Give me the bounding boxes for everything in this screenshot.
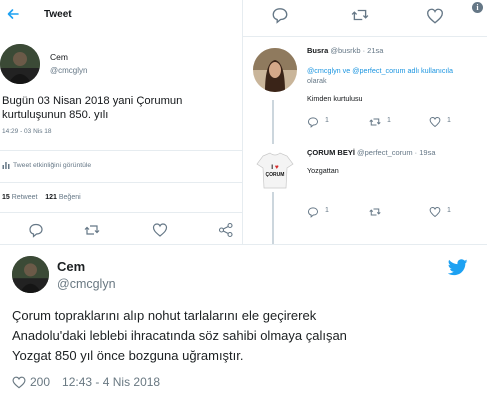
author-name[interactable]: Cem bbox=[57, 259, 85, 274]
reply-count: 1 bbox=[325, 117, 329, 124]
tweet-header: Tweet bbox=[0, 0, 242, 30]
author-name: ÇORUM BEYİ bbox=[307, 148, 355, 157]
retweet-icon[interactable] bbox=[351, 6, 369, 24]
like-count: 1 bbox=[447, 207, 451, 214]
author-handle: @busrkb bbox=[330, 46, 361, 55]
divider bbox=[0, 150, 242, 151]
tweet-text-line: kurtuluşunun 850. yılı bbox=[2, 109, 109, 121]
header-title: Tweet bbox=[44, 9, 72, 20]
reply-text: Kimden kurtulusu bbox=[307, 94, 363, 103]
tweet-text-line: Çorum topraklarını alıp nohut tarlaların… bbox=[12, 308, 317, 323]
tweet-stats: 15 Retweet 121 Beğeni bbox=[2, 194, 81, 201]
tweet-text: Bugün 03 Nisan 2018 yani Çorumun kurtulu… bbox=[2, 94, 238, 122]
reply-context: @cmcglyn ve @perfect_corum adlı kullanıc… bbox=[307, 66, 487, 86]
info-icon[interactable]: i bbox=[472, 2, 483, 13]
tweet-text-line: Anadolu'daki leblebi ihracatında söz sah… bbox=[12, 328, 347, 343]
likes-count[interactable]: 121 bbox=[45, 194, 57, 201]
context-suffix: olarak bbox=[307, 76, 327, 85]
author-handle: @perfect_corum bbox=[357, 148, 413, 157]
retweets-count[interactable]: 15 bbox=[2, 194, 10, 201]
reply-age-dot: · bbox=[414, 148, 418, 157]
back-arrow-icon[interactable] bbox=[6, 7, 20, 21]
reply-tweet[interactable]: I ♥ ÇORUM ÇORUM BEYİ @perfect_corum · 19… bbox=[243, 146, 487, 242]
reply-count: 1 bbox=[325, 207, 329, 214]
like-count[interactable]: 200 bbox=[30, 375, 50, 389]
tweet-text-line: Bugün 03 Nisan 2018 yani Çorumun bbox=[2, 95, 183, 107]
tweet-actions bbox=[243, 6, 487, 26]
likes-label[interactable]: Beğeni bbox=[59, 194, 81, 201]
heart-icon[interactable] bbox=[152, 222, 168, 238]
divider bbox=[0, 212, 242, 213]
avatar[interactable]: I ♥ ÇORUM bbox=[253, 148, 297, 192]
bar-chart-icon bbox=[2, 162, 10, 169]
tweet-datetime[interactable]: 12:43 - 4 Nis 2018 bbox=[62, 375, 160, 389]
reply-icon[interactable] bbox=[307, 206, 319, 218]
reply-age: 21sa bbox=[367, 46, 384, 55]
replies-pane: i Busra @busrkb · 21sa @cmcglyn ve @perf… bbox=[243, 0, 487, 244]
twitter-bird-icon[interactable] bbox=[448, 259, 468, 276]
divider bbox=[0, 182, 242, 183]
heart-icon[interactable] bbox=[429, 116, 441, 128]
tweet-text: Çorum topraklarını alıp nohut tarlaların… bbox=[12, 306, 477, 366]
svg-text:I ♥: I ♥ bbox=[271, 164, 279, 171]
author-name: Busra bbox=[307, 46, 329, 55]
reply-age: 19sa bbox=[419, 148, 436, 157]
tweet-activity-label: Tweet etkinliğini görüntüle bbox=[13, 161, 92, 169]
avatar[interactable] bbox=[253, 48, 297, 92]
tweet-timestamp[interactable]: 14:29 - 03 Nis 18 bbox=[2, 128, 52, 135]
embedded-tweet: Cem @cmcglyn Çorum topraklarını alıp noh… bbox=[0, 245, 487, 400]
avatar-image bbox=[12, 256, 49, 293]
reply-actions: 1 1 bbox=[303, 206, 487, 220]
like-count: 1 bbox=[447, 117, 451, 124]
tshirt-avatar-image: I ♥ ÇORUM bbox=[253, 148, 297, 192]
reply-age-dot: · bbox=[362, 46, 366, 55]
avatar-image bbox=[0, 44, 40, 84]
author-handle[interactable]: @cmcglyn bbox=[57, 277, 116, 291]
reply-tweet[interactable]: Busra @busrkb · 21sa @cmcglyn ve @perfec… bbox=[243, 44, 487, 136]
mention-line[interactable]: @cmcglyn ve @perfect_corum adlı kullanıc… bbox=[307, 66, 487, 76]
retweet-icon[interactable] bbox=[369, 206, 381, 218]
avatar-image bbox=[253, 48, 297, 92]
author-name[interactable]: Cem bbox=[50, 52, 68, 62]
retweet-icon[interactable] bbox=[84, 222, 100, 238]
reply-icon[interactable] bbox=[307, 116, 319, 128]
author-handle[interactable]: @cmcglyn bbox=[50, 66, 87, 75]
tweet-detail-pane: Tweet Cem @cmcglyn Bugün 03 Nisan 2018 y… bbox=[0, 0, 242, 244]
reply-icon[interactable] bbox=[28, 222, 44, 238]
reply-author[interactable]: ÇORUM BEYİ @perfect_corum · 19sa bbox=[307, 148, 436, 157]
reply-author[interactable]: Busra @busrkb · 21sa bbox=[307, 46, 383, 55]
retweet-count: 1 bbox=[387, 117, 391, 124]
retweets-label[interactable]: Retweet bbox=[12, 194, 38, 201]
tweet-meta: 200 12:43 - 4 Nis 2018 bbox=[12, 375, 160, 389]
reply-actions: 1 1 1 bbox=[303, 116, 487, 130]
heart-icon[interactable] bbox=[12, 376, 26, 389]
divider bbox=[243, 36, 487, 37]
heart-icon[interactable] bbox=[429, 206, 441, 218]
heart-icon[interactable] bbox=[426, 7, 444, 25]
svg-text:ÇORUM: ÇORUM bbox=[266, 172, 285, 178]
avatar[interactable] bbox=[0, 44, 40, 84]
avatar[interactable] bbox=[12, 256, 49, 293]
reply-icon[interactable] bbox=[271, 6, 289, 24]
tweet-activity-link[interactable]: Tweet etkinliğini görüntüle bbox=[2, 161, 91, 169]
reply-text: Yozgattan bbox=[307, 166, 339, 175]
share-icon[interactable] bbox=[218, 222, 234, 238]
tweet-actions bbox=[0, 222, 242, 242]
tweet-text-line: Yozgat 850 yıl önce bozguna uğramıştır. bbox=[12, 348, 244, 363]
retweet-icon[interactable] bbox=[369, 116, 381, 128]
